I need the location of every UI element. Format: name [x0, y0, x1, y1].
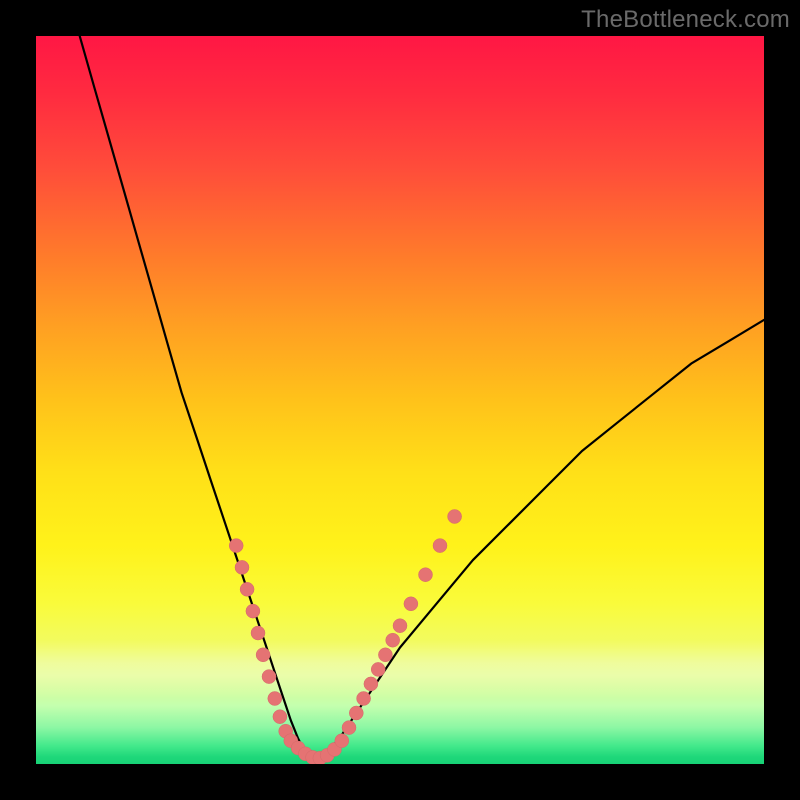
- curve-marker: [235, 560, 249, 574]
- curve-marker: [251, 626, 265, 640]
- curve-marker: [229, 539, 243, 553]
- curve-marker: [419, 568, 433, 582]
- curve-marker: [433, 539, 447, 553]
- plot-area: [36, 36, 764, 764]
- curve-marker: [371, 662, 385, 676]
- curve-marker: [335, 734, 349, 748]
- curve-marker: [448, 510, 462, 524]
- curve-marker: [349, 706, 363, 720]
- marker-layer: [229, 510, 461, 765]
- curve-marker: [393, 619, 407, 633]
- curve-marker: [246, 604, 260, 618]
- curve-marker: [364, 677, 378, 691]
- curve-marker: [256, 648, 270, 662]
- chart-frame: TheBottleneck.com: [0, 0, 800, 800]
- curve-marker: [378, 648, 392, 662]
- bottleneck-curve: [80, 36, 764, 760]
- curve-layer: [36, 36, 764, 764]
- curve-marker: [262, 670, 276, 684]
- curve-marker: [240, 582, 254, 596]
- curve-marker: [342, 721, 356, 735]
- watermark-text: TheBottleneck.com: [581, 6, 790, 34]
- curve-marker: [268, 692, 282, 706]
- curve-marker: [357, 692, 371, 706]
- curve-marker: [273, 710, 287, 724]
- curve-marker: [386, 633, 400, 647]
- curve-marker: [404, 597, 418, 611]
